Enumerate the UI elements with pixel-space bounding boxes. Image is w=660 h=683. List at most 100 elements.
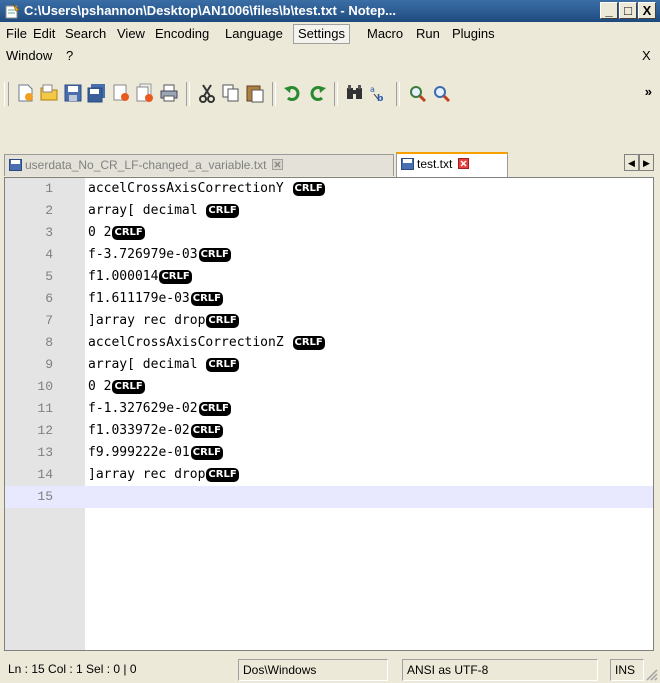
eol-marker: CRLF xyxy=(112,226,145,240)
editor-line[interactable]: 9 array[ decimal CRLF xyxy=(5,354,653,376)
close-document-button[interactable]: X xyxy=(638,46,655,66)
menu-help[interactable]: ? xyxy=(62,46,77,66)
line-text: 0 2 CRLF xyxy=(88,379,145,394)
close-all-icon[interactable] xyxy=(134,82,156,104)
editor-line[interactable]: 7]array rec drop CRLF xyxy=(5,310,653,332)
editor-line[interactable]: 5 f1.000014 CRLF xyxy=(5,266,653,288)
line-text: 0 2 CRLF xyxy=(88,225,145,240)
menu-bar: File Edit Search View Encoding Language … xyxy=(0,22,660,70)
close-file-icon[interactable] xyxy=(110,82,132,104)
line-number: 3 xyxy=(45,225,53,240)
zoom-out-icon[interactable] xyxy=(430,82,452,104)
tab-scroll-left-button[interactable]: ◀ xyxy=(624,154,639,171)
line-text: accelCrossAxisCorrectionZ CRLF xyxy=(88,335,325,350)
line-text: accelCrossAxisCorrectionY CRLF xyxy=(88,181,325,196)
line-number: 1 xyxy=(45,181,53,196)
tab-test-txt[interactable]: test.txt xyxy=(396,152,508,177)
line-text: f1.033972e-02 CRLF xyxy=(88,423,223,438)
editor-area[interactable]: 1 accelCrossAxisCorrectionY CRLF 2 array[ … xyxy=(4,177,654,651)
line-number: 11 xyxy=(37,401,53,416)
eol-marker: CRLF xyxy=(206,468,239,482)
editor-line[interactable]: 2 array[ decimal CRLF xyxy=(5,200,653,222)
line-number: 9 xyxy=(45,357,53,372)
eol-marker: CRLF xyxy=(198,248,231,262)
menu-settings[interactable]: Settings xyxy=(293,24,350,44)
line-number: 15 xyxy=(37,489,53,504)
line-text: f-1.327629e-02 CRLF xyxy=(88,401,231,416)
menu-search[interactable]: Search xyxy=(61,24,110,44)
menu-window[interactable]: Window xyxy=(2,46,56,66)
editor-line[interactable]: 14 ]array rec drop CRLF xyxy=(5,464,653,486)
line-number: 4 xyxy=(45,247,53,262)
tab-scroll-arrows: ◀ ▶ xyxy=(624,154,654,172)
editor-line[interactable]: 12 f1.033972e-02 CRLF xyxy=(5,420,653,442)
cut-icon[interactable] xyxy=(196,82,218,104)
menu-plugins[interactable]: Plugins xyxy=(448,24,499,44)
eol-marker: CRLF xyxy=(112,380,145,394)
editor-line[interactable]: 3 0 2 CRLF xyxy=(5,222,653,244)
minimize-button[interactable]: _ xyxy=(600,2,618,19)
svg-text:a: a xyxy=(370,85,375,94)
zoom-in-icon[interactable] xyxy=(406,82,428,104)
editor-line-current[interactable]: 15 xyxy=(5,486,653,508)
open-icon[interactable] xyxy=(38,82,60,104)
line-number: 12 xyxy=(37,423,53,438)
maximize-button[interactable]: □ xyxy=(619,2,637,19)
cursor-position: Ln : 15 Col : 1 Sel : 0 | 0 xyxy=(8,662,137,676)
copy-icon[interactable] xyxy=(220,82,242,104)
eol-marker: CRLF xyxy=(190,446,223,460)
editor-line[interactable]: 11 f-1.327629e-02 CRLF xyxy=(5,398,653,420)
line-number: 6 xyxy=(45,291,53,306)
editor-line[interactable]: 1 accelCrossAxisCorrectionY CRLF xyxy=(5,178,653,200)
menu-encoding[interactable]: Encoding xyxy=(151,24,213,44)
tab-bar: userdata_No_CR_LF-changed_a_variable.txt… xyxy=(0,150,660,177)
print-icon[interactable] xyxy=(158,82,180,104)
eol-marker: CRLF xyxy=(190,292,223,306)
toolbar-separator xyxy=(396,82,400,106)
tab-userdata[interactable]: userdata_No_CR_LF-changed_a_variable.txt xyxy=(4,154,394,176)
close-window-button[interactable]: X xyxy=(638,2,656,19)
eol-marker: CRLF xyxy=(159,270,192,284)
paste-icon[interactable] xyxy=(244,82,266,104)
close-tab-icon[interactable] xyxy=(272,159,284,170)
redo-icon[interactable] xyxy=(306,82,328,104)
menu-file[interactable]: File xyxy=(2,24,31,44)
line-number: 14 xyxy=(37,467,53,482)
resize-grip-icon[interactable] xyxy=(644,667,658,681)
save-icon[interactable] xyxy=(62,82,84,104)
tab-scroll-right-button[interactable]: ▶ xyxy=(639,154,654,171)
editor-line[interactable]: 10 0 2 CRLF xyxy=(5,376,653,398)
eol-marker: CRLF xyxy=(190,424,223,438)
eol-format[interactable]: Dos\Windows xyxy=(238,659,388,681)
editor-line[interactable]: 4 f-3.726979e-03 CRLF xyxy=(5,244,653,266)
line-number: 8 xyxy=(45,335,53,350)
save-all-icon[interactable] xyxy=(86,82,108,104)
menu-view[interactable]: View xyxy=(113,24,149,44)
menu-run[interactable]: Run xyxy=(412,24,444,44)
eol-marker: CRLF xyxy=(206,358,239,372)
close-tab-icon[interactable] xyxy=(458,158,470,169)
line-text: ]array rec drop CRLF xyxy=(88,467,239,482)
eol-marker: CRLF xyxy=(198,402,231,416)
notepad-app-icon xyxy=(5,3,20,19)
new-icon[interactable] xyxy=(14,82,36,104)
insert-mode-indicator[interactable]: INS xyxy=(610,659,644,681)
eol-marker: CRLF xyxy=(206,314,239,328)
menu-language[interactable]: Language xyxy=(221,24,287,44)
menu-edit[interactable]: Edit xyxy=(29,24,59,44)
line-number: 5 xyxy=(45,269,53,284)
line-text: f1.611179e-03 CRLF xyxy=(88,291,223,306)
toolbar-grip[interactable] xyxy=(4,82,9,106)
toolbar-overflow-button[interactable]: » xyxy=(645,84,652,99)
replace-icon[interactable]: ab xyxy=(368,82,390,104)
editor-line[interactable]: 8 accelCrossAxisCorrectionZ CRLF xyxy=(5,332,653,354)
title-bar[interactable]: C:\Users\pshannon\Desktop\AN1006\files\b… xyxy=(0,0,660,22)
line-text: f9.999222e-01 CRLF xyxy=(88,445,223,460)
editor-line[interactable]: 6 f1.611179e-03 CRLF xyxy=(5,288,653,310)
encoding-indicator[interactable]: ANSI as UTF-8 xyxy=(402,659,598,681)
editor-line[interactable]: 13 f9.999222e-01 CRLF xyxy=(5,442,653,464)
saved-file-icon xyxy=(401,158,414,170)
undo-icon[interactable] xyxy=(282,82,304,104)
menu-macro[interactable]: Macro xyxy=(363,24,407,44)
find-icon[interactable] xyxy=(344,82,366,104)
